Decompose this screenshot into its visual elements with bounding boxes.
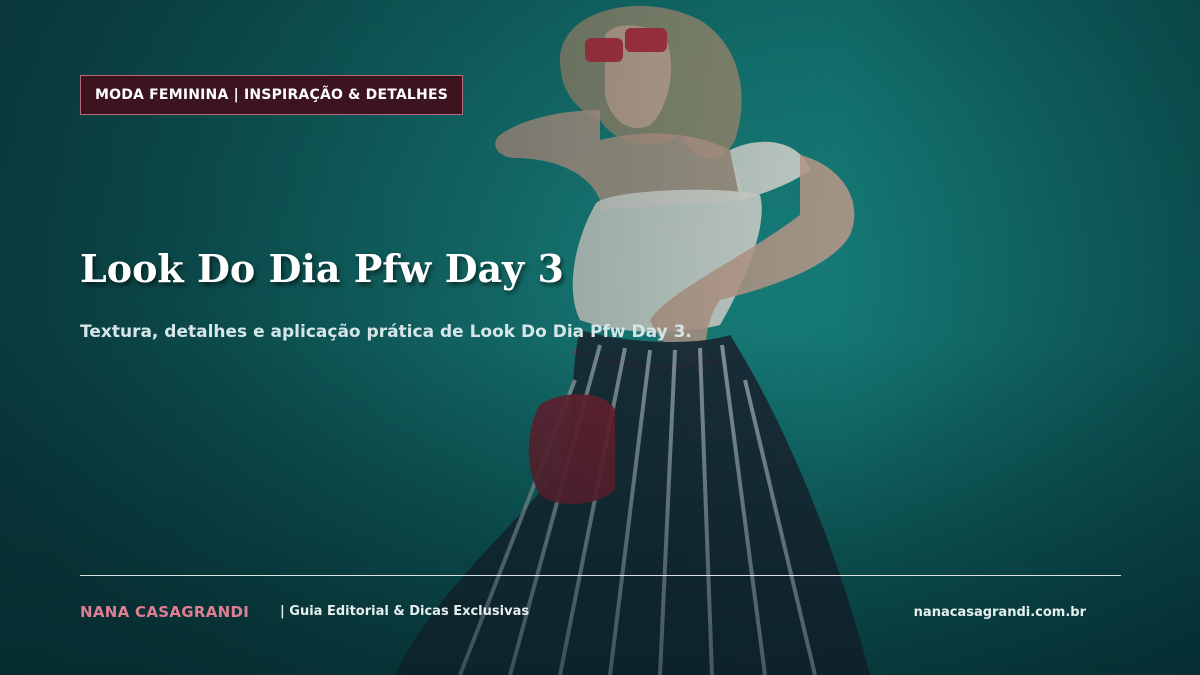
category-badge: MODA FEMININA | INSPIRAÇÃO & DETALHES bbox=[80, 75, 463, 115]
brand-name: NANA CASAGRANDI bbox=[80, 603, 250, 621]
footer-divider bbox=[80, 575, 1121, 576]
page-title: Look Do Dia Pfw Day 3 bbox=[80, 246, 564, 291]
brand-tagline: | Guia Editorial & Dicas Exclusivas bbox=[280, 604, 530, 619]
site-url: nanacasagrandi.com.br bbox=[913, 605, 1086, 620]
page-subtitle: Textura, detalhes e aplicação prática de… bbox=[80, 322, 692, 342]
